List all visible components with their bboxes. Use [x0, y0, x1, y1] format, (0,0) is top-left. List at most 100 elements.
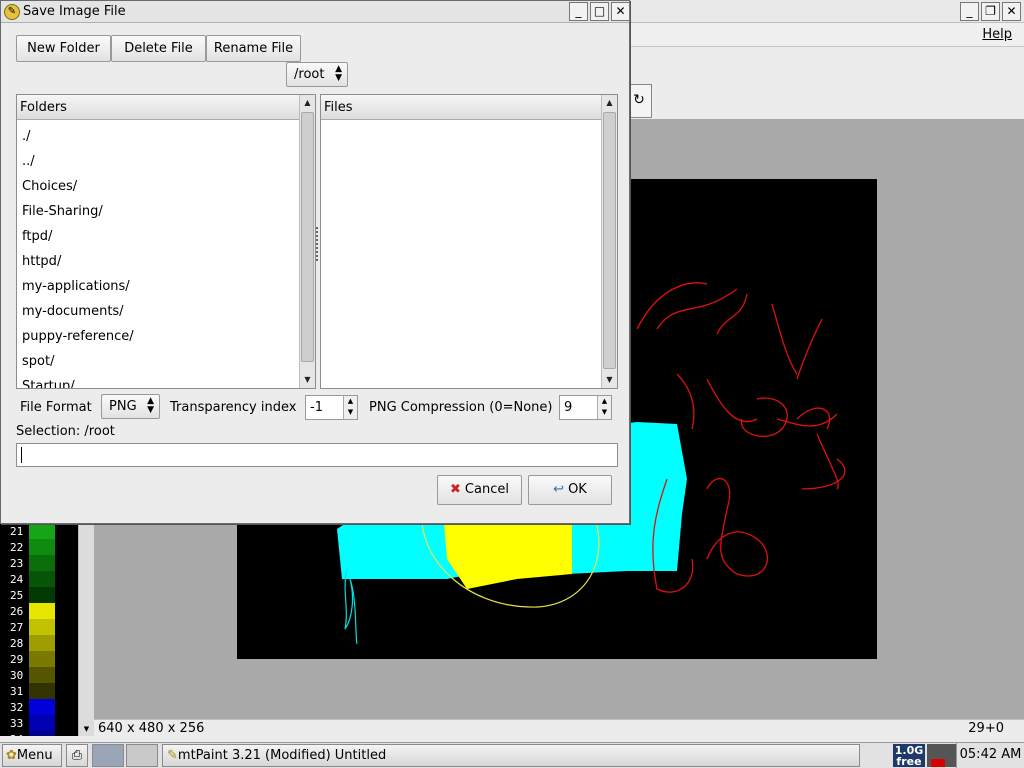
- start-menu-button[interactable]: ✿Menu: [2, 744, 62, 767]
- palette-swatch[interactable]: [29, 603, 55, 619]
- maximize-icon[interactable]: □: [590, 2, 609, 21]
- folder-item[interactable]: ../: [22, 154, 35, 169]
- folder-item[interactable]: httpd/: [22, 254, 61, 269]
- folders-scrollbar[interactable]: ▲ ▼: [299, 95, 315, 388]
- palette-swatch[interactable]: [29, 539, 55, 555]
- delete-file-button[interactable]: Delete File: [111, 35, 206, 62]
- palette-index: 21: [10, 525, 24, 538]
- mtpaint-task-icon: ✎: [167, 748, 178, 763]
- file-format-combo[interactable]: PNG ▲ ▼: [101, 394, 160, 419]
- palette-row[interactable]: 33: [0, 715, 78, 731]
- spin-up-icon[interactable]: ▲: [598, 396, 611, 407]
- palette-swatch[interactable]: [29, 571, 55, 587]
- folder-item[interactable]: spot/: [22, 354, 54, 369]
- files-scrollbar[interactable]: ▲ ▼: [601, 95, 617, 388]
- compression-label: PNG Compression (0=None): [369, 400, 553, 415]
- palette-row[interactable]: 29: [0, 651, 78, 667]
- restore-icon[interactable]: ❐: [981, 2, 1000, 21]
- spin-buttons[interactable]: ▲ ▼: [343, 396, 357, 419]
- selection-input[interactable]: [16, 443, 618, 467]
- cancel-button[interactable]: ✖ Cancel: [437, 475, 522, 505]
- transparency-label: Transparency index: [170, 400, 297, 415]
- palette-swatch[interactable]: [29, 699, 55, 715]
- palette-row[interactable]: 25: [0, 587, 78, 603]
- palette-row[interactable]: 34: [0, 731, 78, 736]
- palette-row[interactable]: 24: [0, 571, 78, 587]
- scroll-up-icon[interactable]: ▲: [602, 96, 617, 110]
- palette-index: 26: [10, 605, 24, 618]
- color-palette[interactable]: 21 22 23 24 25 26 27 28 29 30 31 32 33 34: [0, 523, 78, 736]
- palette-swatch[interactable]: [29, 555, 55, 571]
- ok-icon: ↩: [553, 482, 565, 497]
- folder-item[interactable]: Startup/: [22, 379, 75, 388]
- folders-header[interactable]: Folders: [17, 95, 299, 120]
- files-header[interactable]: Files: [321, 95, 601, 120]
- palette-swatch[interactable]: [29, 683, 55, 699]
- scroll-down-icon[interactable]: ▼: [80, 723, 93, 735]
- minimize-icon[interactable]: _: [960, 2, 979, 21]
- folder-item[interactable]: Choices/: [22, 179, 77, 194]
- folder-item[interactable]: ./: [22, 129, 31, 144]
- palette-index: 29: [10, 653, 24, 666]
- scroll-down-icon[interactable]: ▼: [300, 373, 315, 387]
- palette-index: 27: [10, 621, 24, 634]
- palette-index: 23: [10, 557, 24, 570]
- close-icon[interactable]: ✕: [1002, 2, 1021, 21]
- scroll-up-icon[interactable]: ▲: [300, 96, 315, 110]
- palette-row[interactable]: 21: [0, 523, 78, 539]
- folder-item[interactable]: File-Sharing/: [22, 204, 103, 219]
- palette-index: 30: [10, 669, 24, 682]
- scroll-thumb[interactable]: [301, 112, 314, 362]
- minimize-icon[interactable]: _: [569, 2, 588, 21]
- folder-item[interactable]: my-documents/: [22, 304, 124, 319]
- palette-swatch[interactable]: [29, 731, 55, 736]
- taskbar: ✿Menu ⎙ ✎mtPaint 3.21 (Modified) Untitle…: [0, 742, 1024, 768]
- desktop-pager[interactable]: [126, 744, 158, 767]
- scroll-down-icon[interactable]: ▼: [602, 373, 617, 387]
- scroll-thumb[interactable]: [603, 112, 616, 369]
- palette-row[interactable]: 27: [0, 619, 78, 635]
- spin-buttons[interactable]: ▲ ▼: [597, 396, 611, 419]
- cancel-label: Cancel: [464, 482, 509, 497]
- palette-row[interactable]: 31: [0, 683, 78, 699]
- mtpaint-app-icon: ✎: [4, 4, 20, 20]
- spin-down-icon[interactable]: ▼: [344, 407, 357, 418]
- printer-icon[interactable]: ⎙: [66, 744, 88, 767]
- palette-swatch[interactable]: [29, 587, 55, 603]
- transparency-spinbox[interactable]: -1 ▲ ▼: [305, 395, 358, 420]
- palette-row[interactable]: 23: [0, 555, 78, 571]
- dialog-titlebar: ✎ Save Image File _ □ ✕: [1, 1, 630, 23]
- ok-button[interactable]: ↩ OK: [528, 475, 612, 505]
- taskbar-task-mtpaint[interactable]: ✎mtPaint 3.21 (Modified) Untitled: [162, 744, 860, 767]
- spin-down-icon[interactable]: ▼: [598, 407, 611, 418]
- files-panel: Files ▲ ▼: [320, 94, 618, 389]
- spin-up-icon[interactable]: ▲: [344, 396, 357, 407]
- desktop-pager-active[interactable]: [92, 744, 124, 767]
- rename-file-button[interactable]: Rename File: [206, 35, 301, 62]
- palette-swatch[interactable]: [29, 635, 55, 651]
- palette-row[interactable]: 32: [0, 699, 78, 715]
- image-dimensions: 640 x 480 x 256: [98, 721, 205, 736]
- path-combo[interactable]: /root ▲ ▼: [286, 62, 348, 87]
- folder-item[interactable]: puppy-reference/: [22, 329, 134, 344]
- palette-swatch[interactable]: [29, 523, 55, 539]
- palette-row[interactable]: 30: [0, 667, 78, 683]
- folder-item[interactable]: ftpd/: [22, 229, 52, 244]
- palette-swatch[interactable]: [29, 619, 55, 635]
- palette-swatch[interactable]: [29, 651, 55, 667]
- mtpaint-menubar: Help: [630, 23, 1024, 47]
- memory-indicator: 1.0G free: [893, 744, 925, 768]
- palette-swatch[interactable]: [29, 667, 55, 683]
- new-folder-button[interactable]: New Folder: [16, 35, 111, 62]
- palette-row[interactable]: 22: [0, 539, 78, 555]
- folder-item[interactable]: my-applications/: [22, 279, 130, 294]
- palette-row[interactable]: 26: [0, 603, 78, 619]
- palette-swatch[interactable]: [29, 715, 55, 731]
- palette-row[interactable]: 28: [0, 635, 78, 651]
- close-icon[interactable]: ✕: [611, 2, 630, 21]
- clock[interactable]: 05:42 AM: [956, 743, 1024, 768]
- palette-scrollbar[interactable]: ▼: [78, 523, 94, 736]
- menu-help[interactable]: Help: [982, 27, 1012, 42]
- compression-spinbox[interactable]: 9 ▲ ▼: [559, 395, 612, 420]
- palette-index: 34: [10, 733, 23, 736]
